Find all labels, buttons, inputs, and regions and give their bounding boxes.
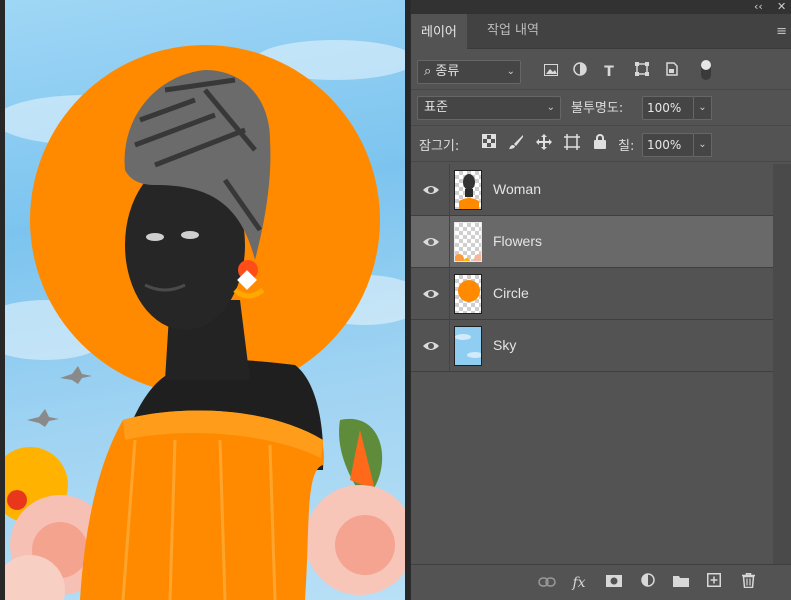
layers-list: Woman Flowers Circle Sky [411,164,773,564]
visibility-divider [449,216,450,268]
layer-row-flowers[interactable]: Flowers [411,216,773,268]
trash-icon[interactable] [737,573,759,593]
layers-panel: ‹‹ ✕ 레이어 작업 내역 ≡ ⌕ 종류 ⌄ T 표준 ⌄ 불투명도: 100… [410,0,791,600]
layers-panel-footer: fx [411,564,791,600]
eye-icon[interactable] [421,234,441,250]
adjustment-filter-icon[interactable] [570,62,590,82]
layer-thumbnail-flowers [454,222,482,262]
image-filter-icon[interactable] [541,62,561,82]
new-layer-icon[interactable] [703,573,725,593]
lock-artboard-icon[interactable] [562,134,582,154]
panel-menu-icon[interactable]: ≡ [776,24,787,39]
document-canvas[interactable] [0,0,410,600]
eye-icon[interactable] [421,286,441,302]
blend-mode-row: 표준 ⌄ 불투명도: 100% ⌄ [411,90,791,126]
opacity-input[interactable]: 100% [642,96,694,120]
filter-kind-dropdown[interactable]: ⌕ 종류 ⌄ [417,60,521,84]
smart-object-filter-icon[interactable] [662,62,682,82]
filter-kind-label: 종류 [435,64,460,79]
layer-row-circle[interactable]: Circle [411,268,773,320]
collapse-panel-icon[interactable]: ‹‹ [754,0,763,14]
tab-history[interactable]: 작업 내역 [477,14,549,49]
link-layers-icon[interactable] [536,573,558,593]
blend-mode-value: 표준 [424,100,448,115]
panel-tab-bar: 레이어 작업 내역 [411,14,791,49]
group-folder-icon[interactable] [670,573,692,593]
lock-position-icon[interactable] [534,134,554,154]
layers-scrollbar[interactable] [773,164,791,564]
chevron-down-icon: ⌄ [506,66,515,77]
opacity-slider-toggle[interactable]: ⌄ [694,96,712,120]
fx-icon[interactable]: fx [568,573,590,593]
layer-thumbnail-woman [454,170,482,210]
layer-thumbnail-sky [454,326,482,366]
eye-icon[interactable] [421,338,441,354]
layer-row-woman[interactable]: Woman [411,164,773,216]
lock-label: 잠그기: [419,139,460,154]
eye-icon[interactable] [421,182,441,198]
layer-name[interactable]: Sky [493,337,516,353]
artwork-image[interactable] [5,0,405,600]
fill-input[interactable]: 100% [642,133,694,157]
lock-all-icon[interactable] [590,134,610,154]
fill-slider-toggle[interactable]: ⌄ [694,133,712,157]
search-icon: ⌕ [424,64,436,79]
panel-topbar: ‹‹ ✕ [411,0,791,14]
layer-name[interactable]: Circle [493,285,529,301]
mask-icon[interactable] [603,573,625,593]
fill-label: 칠: [618,139,635,154]
blend-mode-dropdown[interactable]: 표준 ⌄ [417,96,561,120]
chevron-down-icon: ⌄ [546,102,555,113]
collage-illustration [5,40,405,600]
visibility-divider [449,320,450,372]
layer-thumbnail-circle [454,274,482,314]
layer-filter-row: ⌕ 종류 ⌄ T [411,54,791,90]
close-panel-icon[interactable]: ✕ [777,0,786,14]
shape-filter-icon[interactable] [632,62,652,82]
lock-row: 잠그기: 칠: 100% ⌄ [411,126,791,162]
visibility-divider [449,268,450,320]
visibility-divider [449,164,450,216]
type-filter-icon[interactable]: T [599,62,619,82]
lock-paint-icon[interactable] [506,134,526,154]
layer-name[interactable]: Flowers [493,233,542,249]
opacity-label: 불투명도: [571,101,624,116]
lock-transparent-icon[interactable] [479,134,499,154]
tab-layers[interactable]: 레이어 [411,14,467,49]
filter-toggle-icon[interactable] [696,58,716,80]
layer-name[interactable]: Woman [493,181,541,197]
layer-row-sky[interactable]: Sky [411,320,773,372]
adjustment-layer-icon[interactable] [637,573,659,593]
